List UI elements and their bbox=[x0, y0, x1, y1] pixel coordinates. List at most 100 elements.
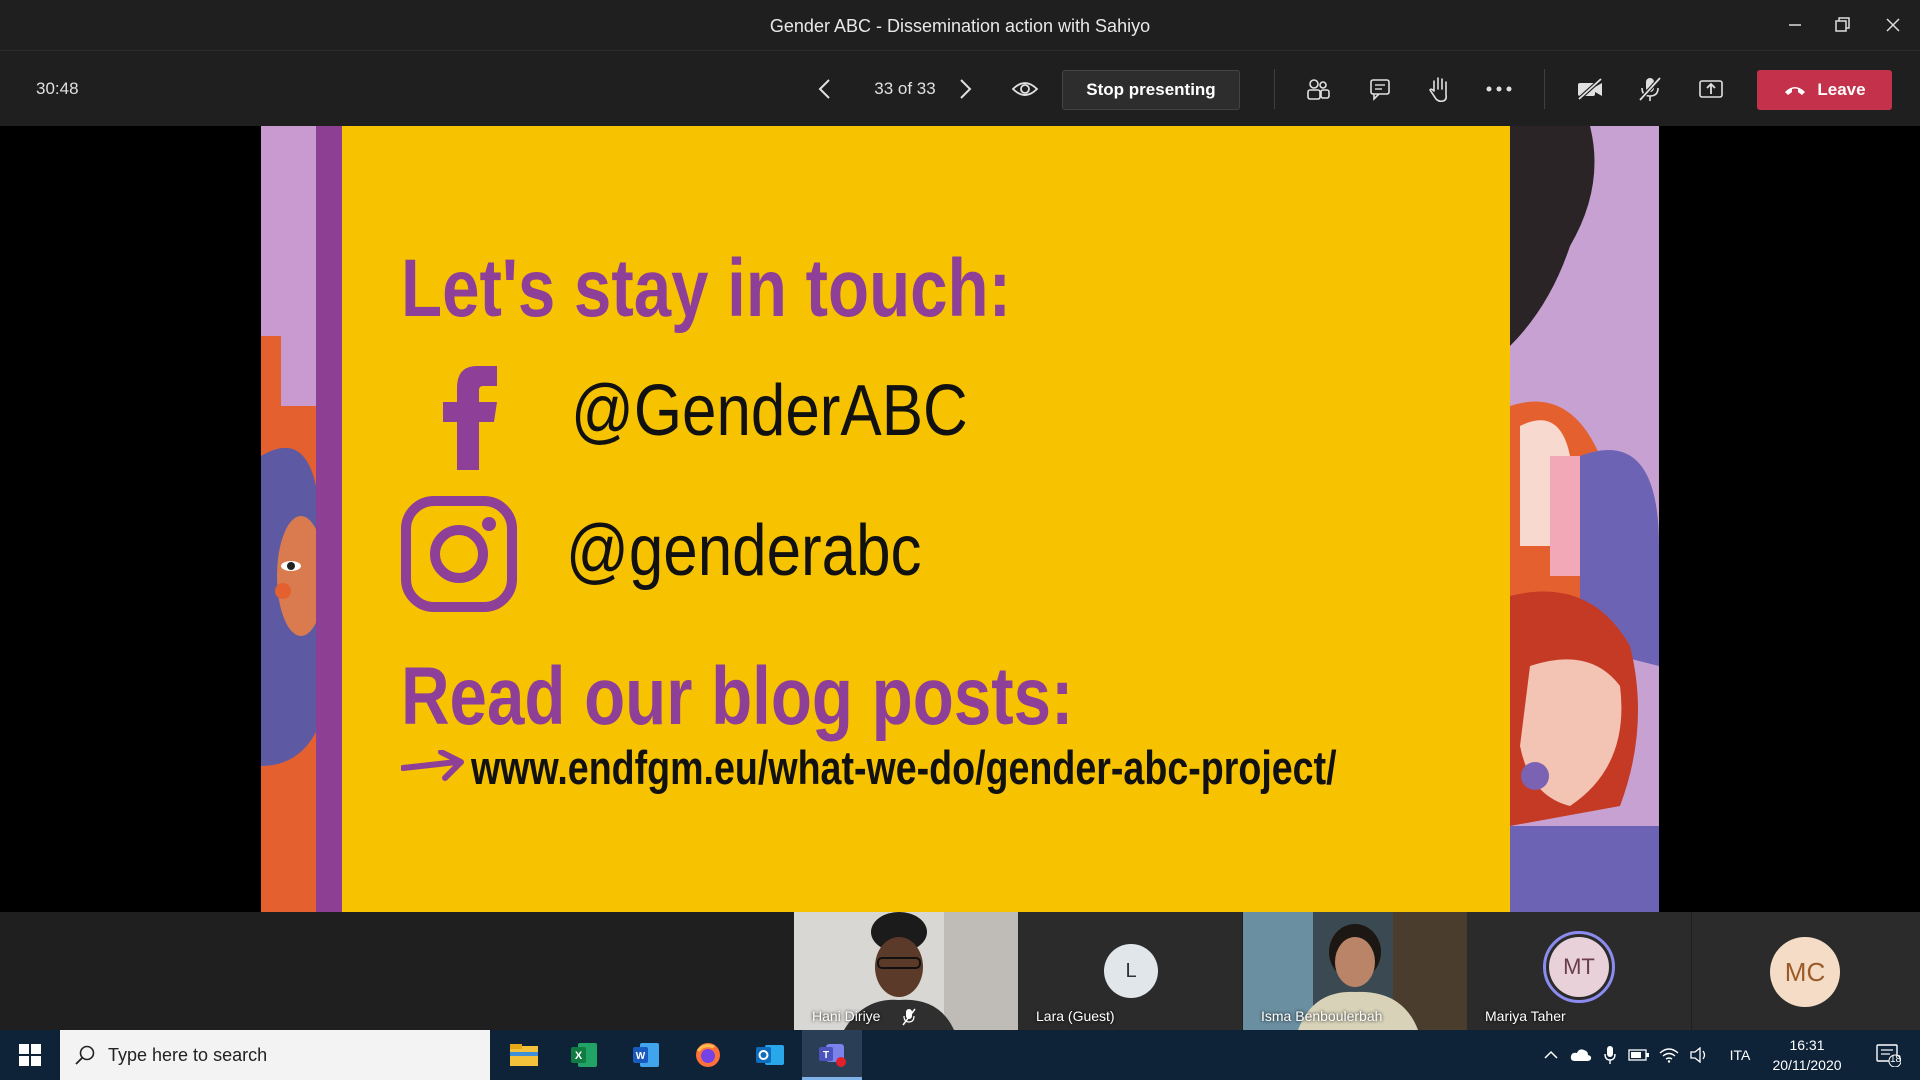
raise-hand-button[interactable] bbox=[1419, 69, 1459, 109]
network-status[interactable] bbox=[1654, 1030, 1684, 1080]
clock-time: 16:31 bbox=[1789, 1037, 1825, 1053]
participant-name: Lara (Guest) bbox=[1036, 1008, 1115, 1024]
more-actions-button[interactable] bbox=[1479, 69, 1519, 109]
private-view-button[interactable] bbox=[1005, 69, 1045, 109]
close-button[interactable] bbox=[1868, 0, 1918, 50]
taskbar-app[interactable] bbox=[678, 1030, 738, 1080]
phone-hangup-icon bbox=[1785, 87, 1806, 95]
blog-url: www.endfgm.eu/what-we-do/gender-abc-proj… bbox=[471, 741, 1337, 794]
participant-name: Hani Diriye bbox=[812, 1008, 881, 1024]
people-icon bbox=[1307, 79, 1330, 100]
chevron-left-icon bbox=[818, 79, 830, 99]
start-button[interactable] bbox=[0, 1030, 60, 1080]
leave-button[interactable]: Leave bbox=[1757, 70, 1892, 110]
clock-date: 20/11/2020 bbox=[1772, 1057, 1842, 1073]
taskbar-app[interactable]: X bbox=[554, 1030, 614, 1080]
teams-icon: T bbox=[819, 1043, 846, 1067]
cloud-icon bbox=[1570, 1049, 1592, 1061]
share-content-button[interactable] bbox=[1691, 69, 1731, 109]
onedrive-button[interactable] bbox=[1566, 1030, 1596, 1080]
svg-text:W: W bbox=[636, 1051, 646, 1062]
participants-button[interactable] bbox=[1298, 69, 1338, 109]
camera-off-icon bbox=[1577, 77, 1603, 101]
facebook-handle: @GenderABC bbox=[571, 371, 968, 451]
participant-tile[interactable]: Isma Benboulerbah bbox=[1243, 912, 1467, 1030]
search-placeholder: Type here to search bbox=[108, 1044, 268, 1065]
windows-logo-icon bbox=[19, 1044, 41, 1066]
participant-tile[interactable]: MC bbox=[1692, 912, 1920, 1030]
shared-slide: Let's stay in touch: @GenderABC @gendera… bbox=[261, 126, 1659, 912]
firefox-icon bbox=[696, 1043, 720, 1067]
instagram-icon bbox=[401, 496, 517, 612]
microphone-status[interactable] bbox=[1596, 1030, 1624, 1080]
chevron-right-icon bbox=[960, 79, 972, 99]
toolbar-divider bbox=[1274, 69, 1275, 109]
microphone-icon bbox=[1604, 1046, 1616, 1064]
minimize-button[interactable] bbox=[1770, 0, 1820, 50]
arrow-right-icon bbox=[401, 750, 464, 781]
restore-button[interactable] bbox=[1818, 0, 1868, 50]
participant-tile[interactable]: Hani Diriye bbox=[794, 912, 1018, 1030]
svg-text:X: X bbox=[575, 1050, 583, 1062]
women-illustration bbox=[1510, 126, 1659, 912]
svg-text:T: T bbox=[823, 1050, 829, 1061]
battery-status[interactable] bbox=[1624, 1030, 1654, 1080]
slide-accent-bar bbox=[316, 126, 342, 912]
slide-illustration-right bbox=[1510, 126, 1659, 912]
slide-counter: 33 of 33 bbox=[874, 79, 936, 98]
leave-label: Leave bbox=[1817, 80, 1866, 99]
slide-heading-contact: Let's stay in touch: bbox=[401, 243, 1012, 334]
facebook-icon bbox=[443, 366, 497, 470]
instagram-handle: @genderabc bbox=[566, 511, 922, 591]
taskbar-app-active[interactable]: T bbox=[802, 1030, 862, 1080]
minimize-icon bbox=[1789, 24, 1801, 26]
chevron-up-icon bbox=[1544, 1050, 1558, 1059]
excel-icon: X bbox=[571, 1043, 597, 1067]
window-title: Gender ABC - Dissemination action with S… bbox=[769, 16, 1151, 36]
outlook-icon bbox=[756, 1045, 784, 1065]
action-center-button[interactable]: 18 bbox=[1866, 1030, 1910, 1080]
avatar: MT bbox=[1549, 937, 1609, 997]
mic-off-icon bbox=[1638, 76, 1662, 102]
mic-toggle-button[interactable] bbox=[1630, 69, 1670, 109]
clock[interactable]: 16:31 20/11/2020 bbox=[1762, 1030, 1852, 1080]
title-bar: Gender ABC - Dissemination action with S… bbox=[0, 0, 1920, 51]
avatar: L bbox=[1104, 944, 1158, 998]
notification-count: 18 bbox=[1890, 1054, 1902, 1065]
file-explorer-icon bbox=[510, 1044, 538, 1066]
slide-heading-blog: Read our blog posts: bbox=[401, 651, 1074, 742]
word-icon: W bbox=[633, 1043, 659, 1067]
close-icon bbox=[1886, 18, 1900, 32]
next-slide-button[interactable] bbox=[945, 69, 985, 109]
eye-icon bbox=[1011, 82, 1039, 96]
participant-tile[interactable]: MT Mariya Taher bbox=[1467, 912, 1691, 1030]
stop-presenting-button[interactable]: Stop presenting bbox=[1062, 70, 1240, 110]
participant-name: Isma Benboulerbah bbox=[1261, 1008, 1383, 1024]
mic-off-icon bbox=[902, 1008, 916, 1026]
speaker-icon bbox=[1690, 1047, 1706, 1063]
taskbar-app[interactable] bbox=[740, 1030, 800, 1080]
toolbar-divider bbox=[1544, 69, 1545, 109]
battery-icon bbox=[1628, 1049, 1649, 1061]
taskbar-app[interactable]: W bbox=[616, 1030, 676, 1080]
input-language[interactable]: ITA bbox=[1720, 1030, 1760, 1080]
participant-name: Mariya Taher bbox=[1485, 1008, 1566, 1024]
camera-toggle-button[interactable] bbox=[1570, 69, 1610, 109]
volume-button[interactable] bbox=[1684, 1030, 1714, 1080]
share-screen-icon bbox=[1699, 80, 1723, 98]
raise-hand-icon bbox=[1429, 77, 1447, 103]
show-hidden-icons-button[interactable] bbox=[1536, 1030, 1566, 1080]
avatar: MC bbox=[1770, 937, 1840, 1007]
meeting-toolbar: 30:48 33 of 33 Stop presenting Leave bbox=[0, 51, 1920, 126]
taskbar-app[interactable] bbox=[494, 1030, 554, 1080]
taskbar-search[interactable]: Type here to search bbox=[60, 1030, 490, 1080]
restore-icon bbox=[1835, 17, 1850, 32]
chat-button[interactable] bbox=[1360, 69, 1400, 109]
search-icon bbox=[75, 1045, 95, 1065]
meeting-timer: 30:48 bbox=[36, 79, 79, 98]
wifi-icon bbox=[1659, 1048, 1679, 1063]
more-icon bbox=[1486, 86, 1512, 92]
previous-slide-button[interactable] bbox=[805, 69, 845, 109]
participant-tile[interactable]: L Lara (Guest) bbox=[1018, 912, 1242, 1030]
chat-icon bbox=[1370, 79, 1390, 101]
